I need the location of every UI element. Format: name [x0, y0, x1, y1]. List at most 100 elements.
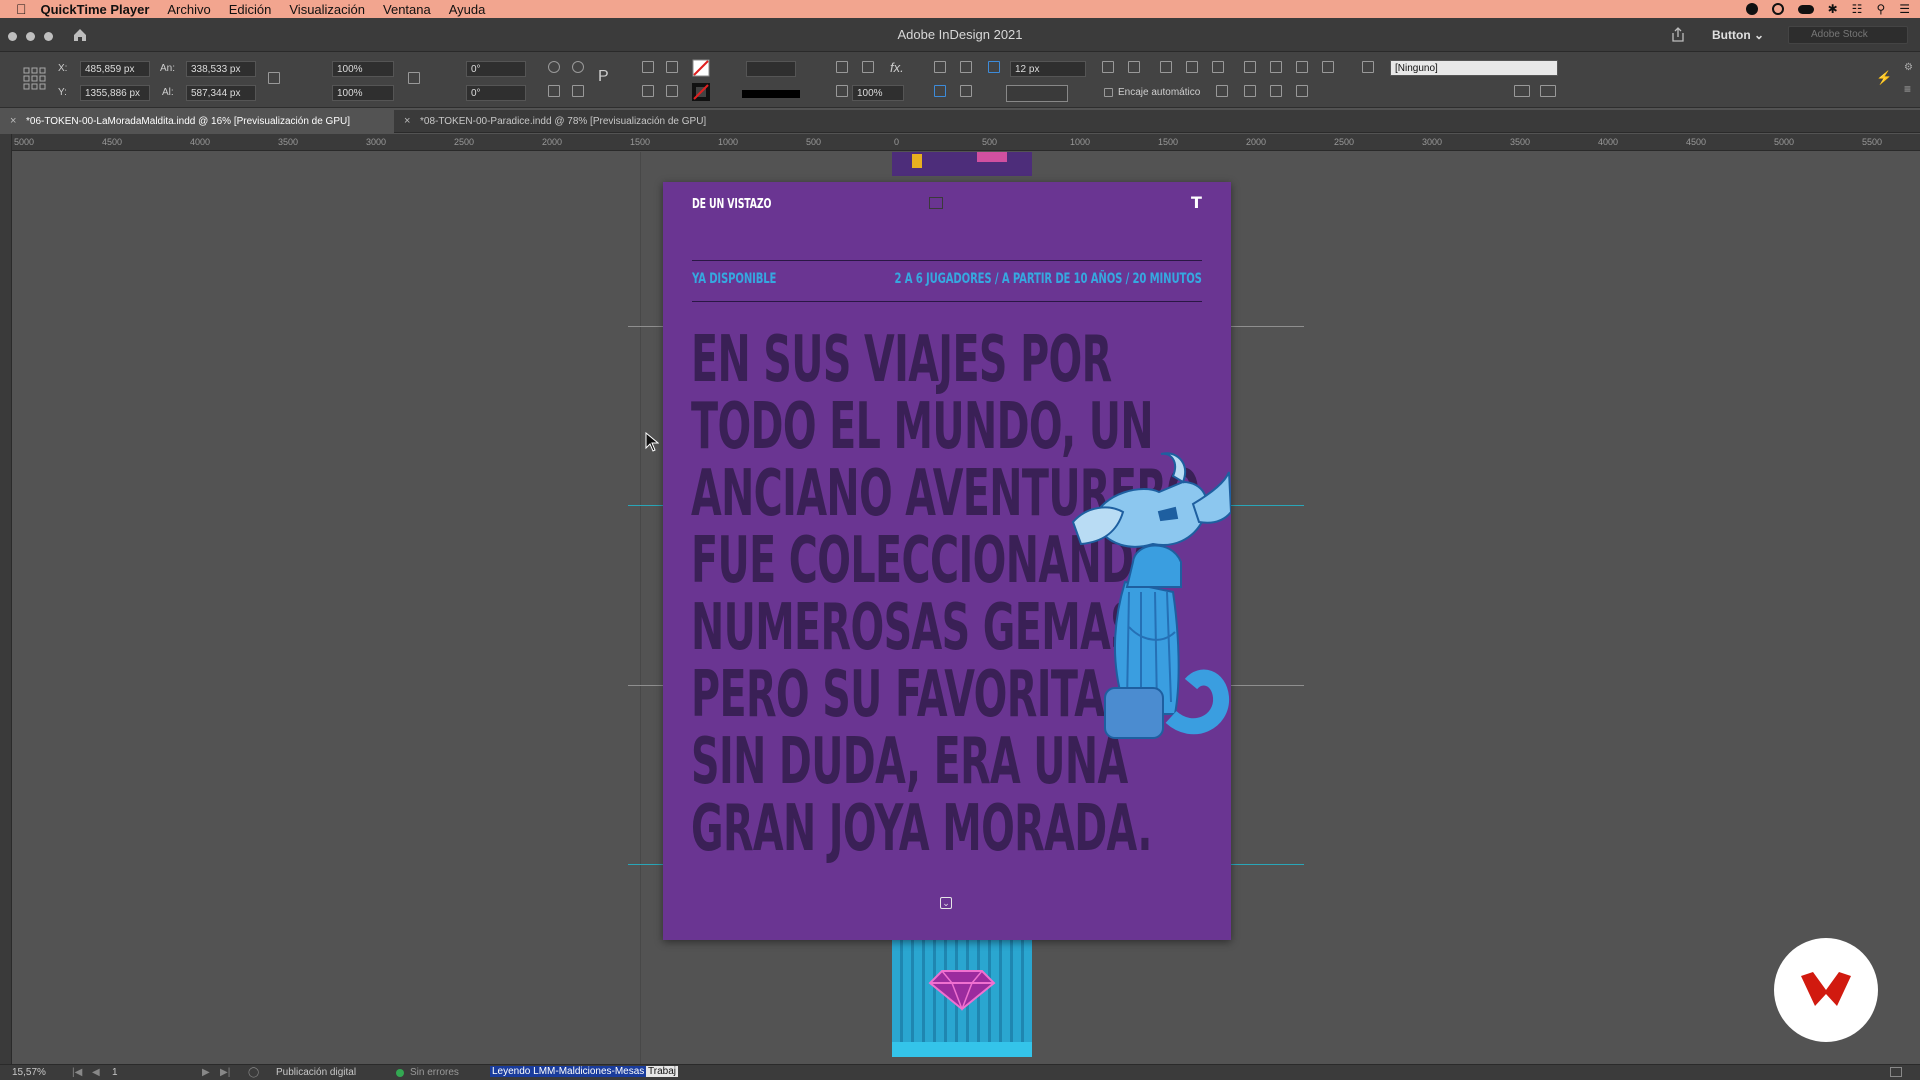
- frame-options-icon[interactable]: [1216, 85, 1228, 97]
- text-wrap-jump-icon[interactable]: [960, 85, 972, 97]
- selection-container-icon[interactable]: P: [598, 68, 609, 86]
- object-style-select[interactable]: [Ninguno]: [1390, 60, 1558, 76]
- text-wrap-none-icon[interactable]: [934, 61, 946, 73]
- close-tab-icon[interactable]: ×: [404, 115, 410, 127]
- zoom-level[interactable]: 15,57%: [12, 1067, 46, 1078]
- distribute-center-icon[interactable]: [666, 85, 678, 97]
- align-h-centers-icon[interactable]: [1270, 61, 1282, 73]
- page-thumbnail-above[interactable]: [892, 152, 1032, 176]
- search-icon[interactable]: ⚲: [1876, 2, 1885, 16]
- corner-options-icon[interactable]: [988, 61, 1000, 73]
- last-page-icon[interactable]: ▶|: [220, 1067, 230, 1078]
- preview-mode-select[interactable]: Publicación digital: [276, 1067, 356, 1078]
- ruler-tick: 500: [806, 137, 822, 147]
- wifi-icon[interactable]: ☷: [1852, 2, 1863, 16]
- document-page[interactable]: DE UN VISTAZO T YA DISPONIBLE 2 A 6 JUGA…: [663, 182, 1231, 940]
- select-container-icon[interactable]: [1322, 61, 1334, 73]
- panel-menu-icon[interactable]: ≡: [1904, 82, 1911, 96]
- constrain-proportions-icon[interactable]: [268, 72, 280, 84]
- object-style-icon[interactable]: [1362, 61, 1374, 73]
- fill-frame-icon[interactable]: [1160, 61, 1172, 73]
- pasteboard[interactable]: DE UN VISTAZO T YA DISPONIBLE 2 A 6 JUGA…: [12, 152, 1920, 1064]
- text-wrap-box-icon[interactable]: [960, 61, 972, 73]
- frame-handle-icon[interactable]: [929, 197, 943, 209]
- align-bottom-edges-icon[interactable]: [1296, 85, 1308, 97]
- creative-cloud-icon[interactable]: [1771, 3, 1784, 15]
- prev-page-icon[interactable]: ◀: [92, 1067, 100, 1078]
- scale-y-field[interactable]: 100%: [332, 85, 394, 101]
- autofit-checkbox[interactable]: [1104, 88, 1113, 97]
- scale-x-field[interactable]: 100%: [332, 61, 394, 77]
- fill-none-swatch[interactable]: [692, 59, 710, 77]
- height-field[interactable]: 587,344 px: [186, 85, 256, 101]
- align-left-edges-icon[interactable]: [1244, 61, 1256, 73]
- vertical-ruler: [0, 134, 12, 1064]
- menu-ayuda[interactable]: Ayuda: [449, 2, 486, 17]
- settings-icon[interactable]: ⚙: [1904, 62, 1913, 73]
- brand-badge: [1774, 938, 1878, 1042]
- frame-fitting-icon[interactable]: [836, 61, 848, 73]
- quick-actions-icon[interactable]: ⚡: [1876, 70, 1892, 86]
- split-view-icon[interactable]: [1890, 1067, 1902, 1077]
- tab-label: *08-TOKEN-00-Paradice.indd @ 78% [Previs…: [420, 116, 707, 127]
- stroke-type-preview[interactable]: [742, 90, 800, 98]
- cloud-icon[interactable]: [1797, 4, 1814, 14]
- bluetooth-icon[interactable]: ✱: [1828, 2, 1838, 16]
- genie-illustration[interactable]: [1063, 452, 1231, 752]
- corner-shape-select[interactable]: [1006, 85, 1068, 102]
- fit-frame-icon[interactable]: [1128, 61, 1140, 73]
- fit-content-icon[interactable]: [1102, 61, 1114, 73]
- open-page-icon[interactable]: ◯: [248, 1067, 259, 1078]
- width-field[interactable]: 338,533 px: [186, 61, 256, 77]
- rotate-ccw-icon[interactable]: [572, 61, 584, 73]
- center-content-icon[interactable]: [1186, 61, 1198, 73]
- control-center-icon[interactable]: ☰: [1899, 2, 1910, 16]
- menu-visualizacion[interactable]: Visualización: [289, 2, 365, 17]
- first-page-icon[interactable]: |◀: [72, 1067, 82, 1078]
- align-v-centers-icon[interactable]: [1270, 85, 1282, 97]
- page-thumbnail-below[interactable]: [892, 937, 1032, 1057]
- share-icon[interactable]: [1670, 27, 1686, 43]
- tab-la-morada-maldita[interactable]: × *06-TOKEN-00-LaMoradaMaldita.indd @ 16…: [0, 110, 394, 133]
- align-center-icon[interactable]: [642, 85, 654, 97]
- apple-icon[interactable]: : [16, 1, 27, 17]
- rotate-cw-icon[interactable]: [548, 61, 560, 73]
- flip-horizontal-icon[interactable]: [548, 85, 560, 97]
- stroke-weight-field[interactable]: [746, 61, 796, 77]
- shadow-icon[interactable]: [862, 61, 874, 73]
- scroll-down-icon[interactable]: ⌄: [940, 897, 952, 909]
- flip-vertical-icon[interactable]: [572, 85, 584, 97]
- break-link-icon[interactable]: [1540, 85, 1556, 97]
- page-number-field[interactable]: 1: [112, 1067, 118, 1078]
- align-top-edges-icon[interactable]: [1244, 85, 1256, 97]
- text-wrap-shape-icon[interactable]: [934, 85, 946, 97]
- corner-size-field[interactable]: 12 px: [1010, 61, 1086, 77]
- stroke-swatch[interactable]: [692, 83, 710, 101]
- close-tab-icon[interactable]: ×: [10, 115, 16, 127]
- x-field[interactable]: 485,859 px: [80, 61, 150, 77]
- workspace-switcher[interactable]: Button ⌄: [1712, 28, 1764, 42]
- opacity-field[interactable]: 100%: [852, 85, 904, 101]
- y-field[interactable]: 1355,886 px: [80, 85, 150, 101]
- menu-edicion[interactable]: Edición: [229, 2, 272, 17]
- menu-ventana[interactable]: Ventana: [383, 2, 431, 17]
- next-page-icon[interactable]: ▶: [202, 1067, 210, 1078]
- height-label: Al:: [162, 87, 174, 98]
- align-right-edges-icon[interactable]: [1296, 61, 1308, 73]
- fx-icon[interactable]: fx.: [890, 60, 904, 75]
- rotation-field[interactable]: 0°: [466, 61, 526, 77]
- preflight-status[interactable]: Sin errores: [410, 1067, 459, 1078]
- shear-field[interactable]: 0°: [466, 85, 526, 101]
- clear-overrides-icon[interactable]: [1514, 85, 1530, 97]
- adobe-stock-search[interactable]: Adobe Stock: [1788, 26, 1908, 44]
- distribute-icon[interactable]: [666, 61, 678, 73]
- constrain-scale-icon[interactable]: [408, 72, 420, 84]
- record-icon[interactable]: [1745, 3, 1758, 15]
- content-aware-fit-icon[interactable]: [1212, 61, 1224, 73]
- menu-app-name[interactable]: QuickTime Player: [41, 2, 150, 17]
- align-icon[interactable]: [642, 61, 654, 73]
- menu-archivo[interactable]: Archivo: [167, 2, 210, 17]
- reference-point-icon[interactable]: [22, 66, 48, 92]
- tab-paradice[interactable]: × *08-TOKEN-00-Paradice.indd @ 78% [Prev…: [394, 110, 734, 133]
- opacity-icon[interactable]: [836, 85, 848, 97]
